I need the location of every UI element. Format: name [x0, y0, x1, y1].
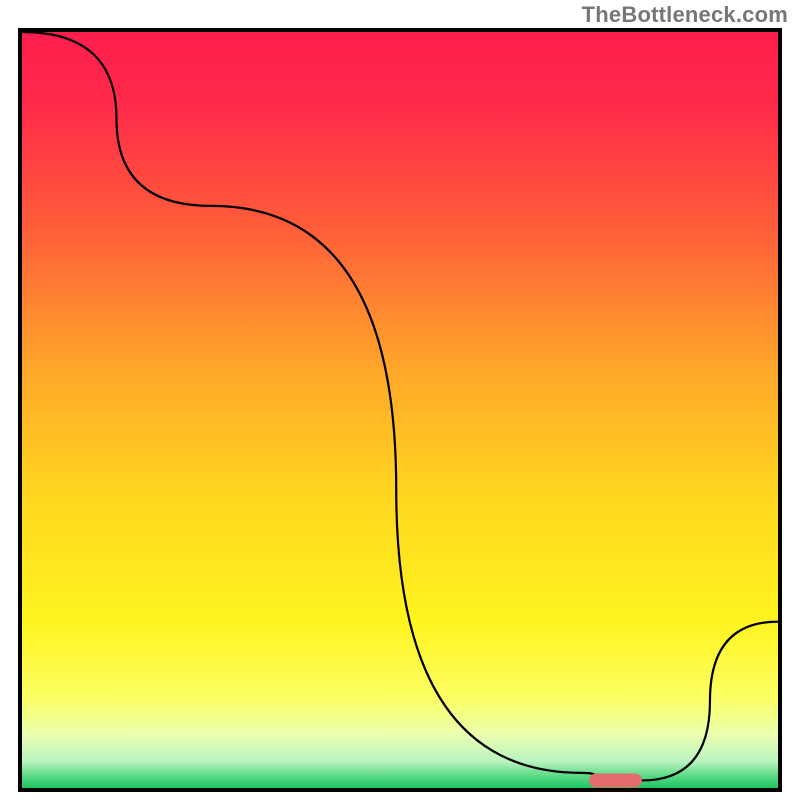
gradient-background: [22, 32, 778, 788]
watermark-text: TheBottleneck.com: [582, 2, 788, 28]
optimal-marker: [589, 773, 642, 787]
bottleneck-chart: [18, 28, 782, 792]
chart-svg: [22, 32, 778, 788]
